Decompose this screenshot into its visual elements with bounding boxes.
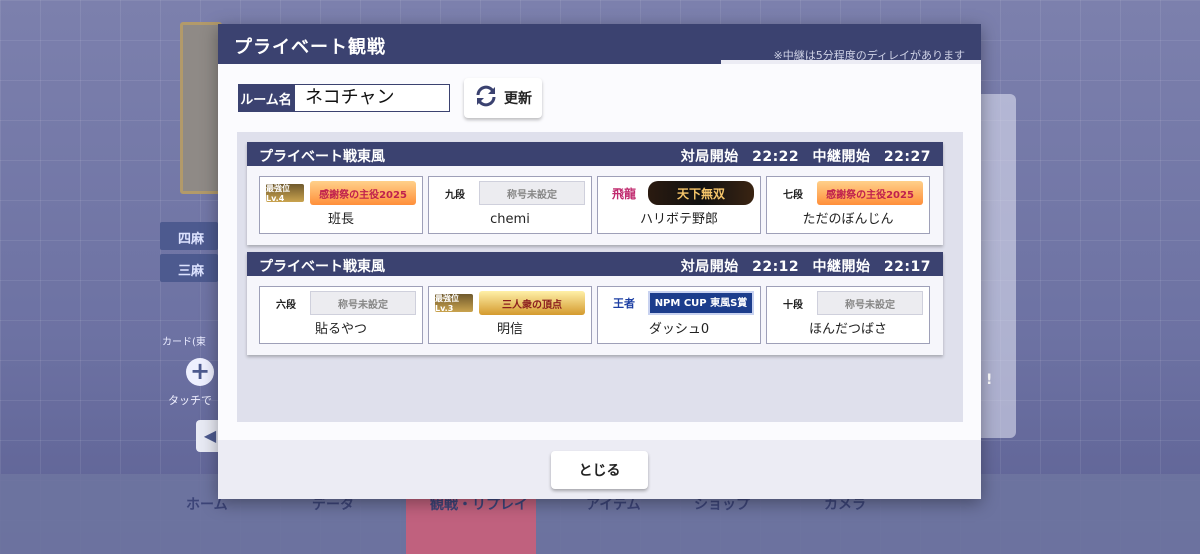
player-name: ただのぼんじん bbox=[802, 212, 894, 227]
player-card: 六段 称号未設定 貼るやつ bbox=[259, 286, 423, 344]
room-name-input[interactable]: ネコチャン bbox=[294, 84, 450, 112]
private-watch-modal: プライベート観戦 ※中継は5分程度のディレイがあります ルーム名 ネコチャン 更… bbox=[218, 24, 981, 499]
character-portrait bbox=[180, 22, 222, 194]
room-name-label: ルーム名 bbox=[238, 84, 294, 112]
match-type: プライベート戦東風 bbox=[259, 149, 385, 165]
title-badge: 三人衆の頂点 bbox=[479, 291, 585, 315]
rank-badge: 飛龍 bbox=[611, 186, 636, 201]
rank-badge: 最強位Lv.4 bbox=[266, 184, 304, 203]
refresh-icon bbox=[474, 84, 498, 112]
title-badge: 称号未設定 bbox=[817, 291, 923, 315]
player-card: 最強位Lv.3 三人衆の頂点 明信 bbox=[428, 286, 592, 344]
match-card[interactable]: プライベート戦東風 対局開始 22:22 中継開始 22:27 最強位Lv.4 … bbox=[247, 142, 943, 245]
title-badge: 感謝祭の主役2025 bbox=[817, 181, 923, 205]
player-name: ほんだつばさ bbox=[808, 322, 887, 337]
player-name: 班長 bbox=[327, 212, 354, 227]
player-name: 明信 bbox=[496, 322, 523, 337]
relay-label: 中継開始 bbox=[812, 149, 871, 165]
match-times: 対局開始 22:12 中継開始 22:17 bbox=[673, 256, 931, 276]
relay-label: 中継開始 bbox=[812, 259, 871, 275]
modal-body: ルーム名 ネコチャン 更新 プライベート戦東風 対局開始 22:22 中継開始 … bbox=[218, 64, 981, 440]
delay-note: ※中継は5分程度のディレイがあります bbox=[773, 49, 965, 62]
rank-badge: 王者 bbox=[613, 297, 635, 310]
match-header: プライベート戦東風 対局開始 22:22 中継開始 22:27 bbox=[247, 142, 943, 166]
title-badge: 称号未設定 bbox=[479, 181, 585, 205]
relay-time: 22:27 bbox=[883, 149, 931, 165]
player-card: 九段 称号未設定 chemi bbox=[428, 176, 592, 234]
match-header: プライベート戦東風 対局開始 22:12 中継開始 22:17 bbox=[247, 252, 943, 276]
match-list: プライベート戦東風 対局開始 22:22 中継開始 22:27 最強位Lv.4 … bbox=[237, 132, 963, 422]
card-label: カード(東 bbox=[162, 337, 206, 348]
player-list: 六段 称号未設定 貼るやつ 最強位Lv.3 三人衆の頂点 明信 王者 NPM C… bbox=[259, 286, 930, 344]
rank-badge: 十段 bbox=[783, 299, 803, 311]
player-card: 最強位Lv.4 感謝祭の主役2025 班長 bbox=[259, 176, 423, 234]
rank-badge: 六段 bbox=[276, 299, 296, 311]
title-badge: NPM CUP 東風S賞 bbox=[648, 291, 754, 315]
start-time: 22:12 bbox=[752, 259, 800, 275]
match-times: 対局開始 22:22 中継開始 22:27 bbox=[673, 146, 931, 166]
modal-header: プライベート観戦 ※中継は5分程度のディレイがあります bbox=[218, 24, 981, 64]
rank-badge: 九段 bbox=[445, 189, 465, 201]
start-time: 22:22 bbox=[752, 149, 800, 165]
refresh-label: 更新 bbox=[504, 91, 532, 107]
room-name-row: ルーム名 ネコチャン bbox=[238, 84, 450, 114]
match-card[interactable]: プライベート戦東風 対局開始 22:12 中継開始 22:17 六段 称号未設定… bbox=[247, 252, 943, 355]
alert-mark: ! bbox=[986, 372, 993, 388]
close-button[interactable]: とじる bbox=[551, 451, 648, 489]
refresh-button[interactable]: 更新 bbox=[464, 78, 542, 118]
rank-badge: 七段 bbox=[783, 189, 803, 201]
player-name: chemi bbox=[490, 212, 530, 227]
relay-time: 22:17 bbox=[883, 259, 931, 275]
title-badge: 天下無双 bbox=[648, 181, 754, 205]
modal-title: プライベート観戦 bbox=[234, 37, 386, 58]
title-badge: 称号未設定 bbox=[310, 291, 416, 315]
player-name: ダッシュ0 bbox=[648, 322, 710, 337]
player-card: 七段 感謝祭の主役2025 ただのぼんじん bbox=[766, 176, 930, 234]
player-list: 最強位Lv.4 感謝祭の主役2025 班長 九段 称号未設定 chemi 飛龍 … bbox=[259, 176, 930, 234]
player-name: 貼るやつ bbox=[314, 322, 367, 337]
touch-hint: タッチで bbox=[168, 394, 212, 407]
player-name: ハリボテ野郎 bbox=[639, 212, 718, 227]
start-label: 対局開始 bbox=[680, 259, 739, 275]
player-card: 王者 NPM CUP 東風S賞 ダッシュ0 bbox=[597, 286, 761, 344]
start-label: 対局開始 bbox=[680, 149, 739, 165]
mode-tab-4p[interactable]: 四麻 bbox=[160, 222, 218, 250]
match-type: プライベート戦東風 bbox=[259, 259, 385, 275]
player-card: 飛龍 天下無双 ハリボテ野郎 bbox=[597, 176, 761, 234]
mode-tab-3p[interactable]: 三麻 bbox=[160, 254, 218, 282]
rank-badge: 最強位Lv.3 bbox=[435, 294, 473, 313]
add-card-button[interactable]: + bbox=[186, 358, 214, 386]
player-card: 十段 称号未設定 ほんだつばさ bbox=[766, 286, 930, 344]
title-badge: 感謝祭の主役2025 bbox=[310, 181, 416, 205]
